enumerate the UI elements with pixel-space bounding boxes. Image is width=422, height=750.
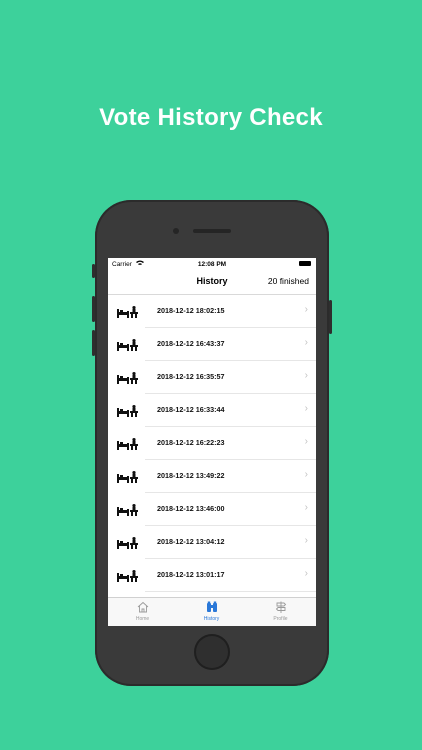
chevron-right-icon: › bbox=[304, 436, 308, 447]
history-timestamp: 2018-12-12 16:35:57 bbox=[157, 372, 225, 381]
promo-title: Vote History Check bbox=[99, 104, 323, 131]
status-bar: Carrier 12:08 PM bbox=[108, 258, 316, 270]
voting-desk-icon bbox=[117, 503, 139, 516]
history-row[interactable]: 2018-12-12 16:35:57 › bbox=[108, 361, 316, 394]
tab-label: Profile bbox=[273, 616, 288, 622]
chevron-right-icon: › bbox=[304, 535, 308, 546]
voting-desk-icon bbox=[117, 437, 139, 450]
voting-desk-icon bbox=[117, 470, 139, 483]
tab-profile[interactable]: Profile bbox=[246, 600, 315, 622]
history-timestamp: 2018-12-12 16:43:37 bbox=[157, 339, 225, 348]
phone-frame: Carrier 12:08 PM History 20 finished 201… bbox=[92, 200, 332, 686]
history-timestamp: 2018-12-12 13:04:12 bbox=[157, 537, 225, 546]
history-row[interactable]: 2018-12-12 16:33:44 › bbox=[108, 394, 316, 427]
chevron-right-icon: › bbox=[304, 370, 308, 381]
history-timestamp: 2018-12-12 13:46:00 bbox=[157, 504, 225, 513]
history-timestamp: 2018-12-12 18:02:15 bbox=[157, 306, 225, 315]
history-row[interactable]: 2018-12-12 13:49:22 › bbox=[108, 460, 316, 493]
history-list: 2018-12-12 18:02:15 › 2018-12-12 16:43:37 ›… bbox=[108, 295, 316, 592]
phone-screen: Carrier 12:08 PM History 20 finished 201… bbox=[108, 258, 316, 626]
house-icon bbox=[137, 601, 148, 613]
earpiece-speaker bbox=[193, 229, 231, 233]
history-row[interactable]: 2018-12-12 18:02:15 › bbox=[108, 295, 316, 328]
navigation-bar: History 20 finished bbox=[108, 270, 316, 295]
history-row[interactable]: 2018-12-12 13:04:12 › bbox=[108, 526, 316, 559]
chevron-right-icon: › bbox=[304, 304, 308, 315]
volume-up-button bbox=[92, 296, 95, 322]
tab-bar: Home History Profile bbox=[108, 597, 316, 626]
history-timestamp: 2018-12-12 16:22:23 bbox=[157, 438, 225, 447]
history-row[interactable]: 2018-12-12 16:22:23 › bbox=[108, 427, 316, 460]
voting-desk-icon bbox=[117, 305, 139, 318]
binoculars-icon bbox=[206, 601, 217, 612]
voting-desk-icon bbox=[117, 371, 139, 384]
home-button[interactable] bbox=[194, 634, 230, 670]
signpost-icon bbox=[275, 601, 286, 613]
history-timestamp: 2018-12-12 16:33:44 bbox=[157, 405, 225, 414]
tab-label: Home bbox=[135, 616, 150, 622]
status-time: 12:08 PM bbox=[197, 261, 227, 268]
finished-count: 20 finished bbox=[267, 276, 309, 286]
battery-icon bbox=[299, 261, 311, 266]
chevron-right-icon: › bbox=[304, 502, 308, 513]
history-row[interactable]: 2018-12-12 16:43:37 › bbox=[108, 328, 316, 361]
history-timestamp: 2018-12-12 13:01:17 bbox=[157, 570, 225, 579]
tab-history[interactable]: History bbox=[177, 600, 246, 622]
chevron-right-icon: › bbox=[304, 469, 308, 480]
power-button bbox=[329, 300, 332, 334]
volume-down-button bbox=[92, 330, 95, 356]
front-camera bbox=[173, 228, 179, 234]
voting-desk-icon bbox=[117, 338, 139, 351]
history-row[interactable]: 2018-12-12 13:01:17 › bbox=[108, 559, 316, 592]
tab-home[interactable]: Home bbox=[108, 600, 177, 622]
history-row[interactable]: 2018-12-12 13:46:00 › bbox=[108, 493, 316, 526]
chevron-right-icon: › bbox=[304, 337, 308, 348]
voting-desk-icon bbox=[117, 536, 139, 549]
mute-switch bbox=[92, 264, 95, 278]
tab-label: History bbox=[203, 616, 220, 622]
chevron-right-icon: › bbox=[304, 403, 308, 414]
chevron-right-icon: › bbox=[304, 568, 308, 579]
voting-desk-icon bbox=[117, 404, 139, 417]
history-timestamp: 2018-12-12 13:49:22 bbox=[157, 471, 225, 480]
voting-desk-icon bbox=[117, 569, 139, 582]
